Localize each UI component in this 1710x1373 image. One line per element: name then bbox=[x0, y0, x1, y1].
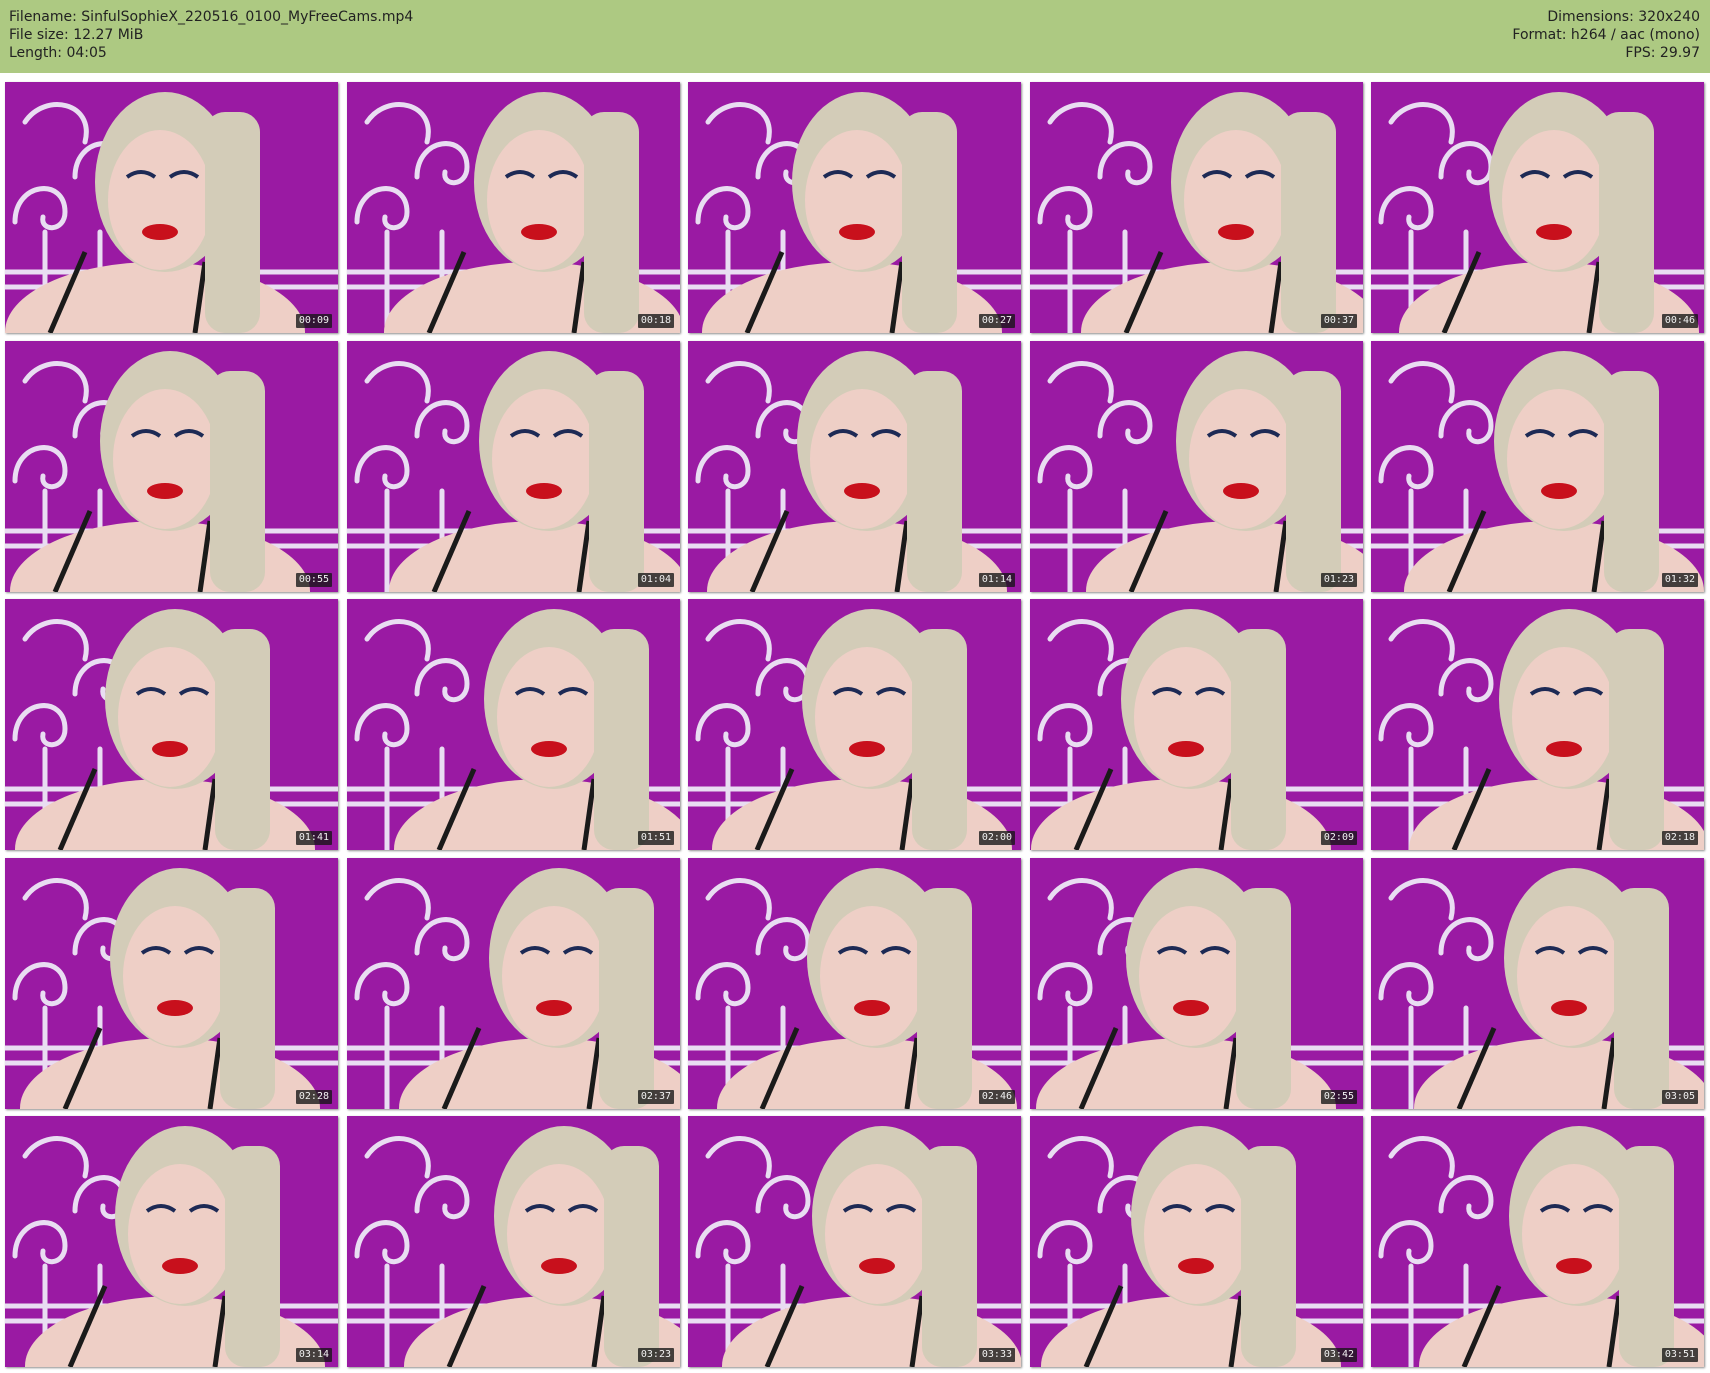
filesize-text: File size: 12.27 MiB bbox=[9, 27, 144, 43]
timestamp-label: 01:51 bbox=[637, 831, 674, 845]
filename-text: Filename: SinfulSophieX_220516_0100_MyFr… bbox=[9, 9, 414, 25]
video-thumbnail[interactable]: 01:14 bbox=[688, 341, 1021, 592]
thumbnail-image bbox=[1371, 1116, 1704, 1367]
video-thumbnail[interactable]: 00:46 bbox=[1371, 82, 1704, 333]
video-thumbnail[interactable]: 02:46 bbox=[688, 858, 1021, 1109]
timestamp-label: 00:55 bbox=[295, 573, 332, 587]
timestamp-label: 00:09 bbox=[295, 314, 332, 328]
video-thumbnail[interactable]: 02:28 bbox=[5, 858, 338, 1109]
video-thumbnail[interactable]: 03:05 bbox=[1371, 858, 1704, 1109]
timestamp-label: 02:18 bbox=[1661, 831, 1698, 845]
thumbnail-image bbox=[347, 1116, 680, 1367]
thumbnail-image bbox=[1371, 599, 1704, 850]
video-thumbnail[interactable]: 01:51 bbox=[347, 599, 680, 850]
timestamp-label: 02:00 bbox=[978, 831, 1015, 845]
thumbnail-image bbox=[1371, 858, 1704, 1109]
video-thumbnail[interactable]: 00:18 bbox=[347, 82, 680, 333]
timestamp-label: 01:32 bbox=[1661, 573, 1698, 587]
thumbnail-image bbox=[1030, 1116, 1363, 1367]
video-thumbnail[interactable]: 01:41 bbox=[5, 599, 338, 850]
video-thumbnail[interactable]: 01:04 bbox=[347, 341, 680, 592]
video-thumbnail[interactable]: 03:23 bbox=[347, 1116, 680, 1367]
thumbnail-image bbox=[1371, 82, 1704, 333]
file-info-right: Dimensions: 320x240 Format: h264 / aac (… bbox=[1512, 8, 1700, 62]
timestamp-label: 03:51 bbox=[1661, 1348, 1698, 1362]
length-text: Length: 04:05 bbox=[9, 45, 107, 61]
thumbnail-image bbox=[347, 599, 680, 850]
video-thumbnail[interactable]: 03:42 bbox=[1030, 1116, 1363, 1367]
thumbnail-image bbox=[1030, 341, 1363, 592]
timestamp-label: 02:46 bbox=[978, 1090, 1015, 1104]
thumbnail-image bbox=[5, 1116, 338, 1367]
timestamp-label: 01:14 bbox=[978, 573, 1015, 587]
video-thumbnail[interactable]: 00:09 bbox=[5, 82, 338, 333]
video-thumbnail[interactable]: 02:00 bbox=[688, 599, 1021, 850]
timestamp-label: 00:46 bbox=[1661, 314, 1698, 328]
thumbnail-image bbox=[347, 82, 680, 333]
timestamp-label: 03:23 bbox=[637, 1348, 674, 1362]
thumbnail-image bbox=[5, 858, 338, 1109]
video-thumbnail[interactable]: 01:32 bbox=[1371, 341, 1704, 592]
thumbnail-image bbox=[688, 1116, 1021, 1367]
thumbnail-image bbox=[347, 858, 680, 1109]
info-header: Filename: SinfulSophieX_220516_0100_MyFr… bbox=[0, 0, 1710, 73]
timestamp-label: 03:05 bbox=[1661, 1090, 1698, 1104]
timestamp-label: 03:33 bbox=[978, 1348, 1015, 1362]
timestamp-label: 02:55 bbox=[1320, 1090, 1357, 1104]
video-thumbnail[interactable]: 02:55 bbox=[1030, 858, 1363, 1109]
thumbnail-image bbox=[1030, 599, 1363, 850]
video-thumbnail[interactable]: 02:09 bbox=[1030, 599, 1363, 850]
video-thumbnail[interactable]: 00:27 bbox=[688, 82, 1021, 333]
dimensions-text: Dimensions: 320x240 bbox=[1547, 9, 1700, 25]
video-thumbnail[interactable]: 02:18 bbox=[1371, 599, 1704, 850]
video-thumbnail[interactable]: 00:55 bbox=[5, 341, 338, 592]
video-thumbnail[interactable]: 03:51 bbox=[1371, 1116, 1704, 1367]
timestamp-label: 01:41 bbox=[295, 831, 332, 845]
thumbnail-image bbox=[688, 858, 1021, 1109]
video-thumbnail[interactable]: 03:14 bbox=[5, 1116, 338, 1367]
timestamp-label: 03:42 bbox=[1320, 1348, 1357, 1362]
timestamp-label: 02:28 bbox=[295, 1090, 332, 1104]
file-info-left: Filename: SinfulSophieX_220516_0100_MyFr… bbox=[9, 8, 413, 62]
timestamp-label: 00:37 bbox=[1320, 314, 1357, 328]
timestamp-label: 00:27 bbox=[978, 314, 1015, 328]
thumbnail-image bbox=[1030, 858, 1363, 1109]
video-thumbnail[interactable]: 03:33 bbox=[688, 1116, 1021, 1367]
fps-text: FPS: 29.97 bbox=[1625, 45, 1700, 61]
video-thumbnail[interactable]: 02:37 bbox=[347, 858, 680, 1109]
thumbnail-grid: 00:09 00:18 00:27 00:37 00:46 00:55 01:04 01:14… bbox=[5, 82, 1705, 1368]
thumbnail-image bbox=[347, 341, 680, 592]
timestamp-label: 00:18 bbox=[637, 314, 674, 328]
timestamp-label: 01:04 bbox=[637, 573, 674, 587]
thumbnail-image bbox=[5, 82, 338, 333]
timestamp-label: 01:23 bbox=[1320, 573, 1357, 587]
timestamp-label: 03:14 bbox=[295, 1348, 332, 1362]
timestamp-label: 02:37 bbox=[637, 1090, 674, 1104]
format-text: Format: h264 / aac (mono) bbox=[1512, 27, 1700, 43]
timestamp-label: 02:09 bbox=[1320, 831, 1357, 845]
video-thumbnail[interactable]: 01:23 bbox=[1030, 341, 1363, 592]
thumbnail-image bbox=[688, 341, 1021, 592]
video-thumbnail[interactable]: 00:37 bbox=[1030, 82, 1363, 333]
thumbnail-image bbox=[5, 599, 338, 850]
thumbnail-image bbox=[688, 599, 1021, 850]
thumbnail-image bbox=[5, 341, 338, 592]
contact-sheet: Filename: SinfulSophieX_220516_0100_MyFr… bbox=[0, 0, 1710, 1373]
thumbnail-image bbox=[688, 82, 1021, 333]
thumbnail-image bbox=[1371, 341, 1704, 592]
thumbnail-image bbox=[1030, 82, 1363, 333]
